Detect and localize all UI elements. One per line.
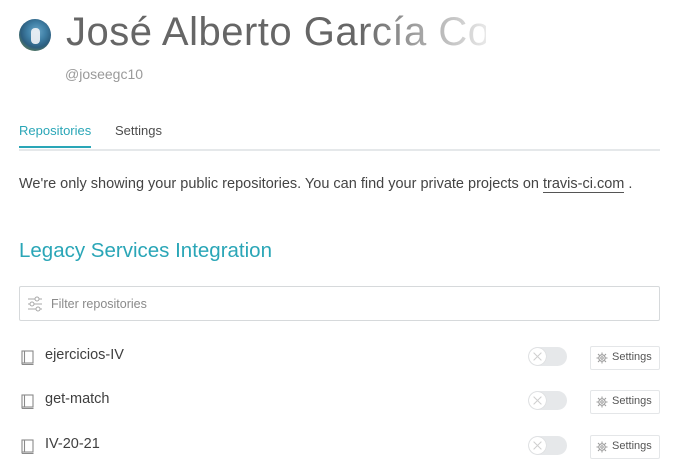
user-name: José Alberto García Co [66,10,486,54]
repo-row: IV-20-21 Settings [19,432,660,462]
tab-repositories[interactable]: Repositories [19,123,92,148]
toggle-knob [529,348,546,365]
sliders-icon [28,296,42,312]
notice-text: We're only showing your public repositor… [19,176,543,192]
repo-settings-button[interactable]: Settings [590,390,660,414]
tab-settings[interactable]: Settings [115,123,162,146]
filter-box [19,286,660,321]
repo-name[interactable]: ejercicios-IV [45,347,124,363]
gear-icon [596,352,608,364]
section-title: Legacy Services Integration [19,239,272,262]
profile-tabs: Repositories Settings [19,121,660,151]
repo-settings-button[interactable]: Settings [590,435,660,459]
book-icon [21,439,34,454]
user-login: @joseegc10 [65,66,144,82]
toggle-knob [529,437,546,454]
settings-button-label: Settings [612,440,652,452]
repo-toggle[interactable] [528,436,567,455]
repo-toggle[interactable] [528,391,567,410]
repo-name[interactable]: get-match [45,391,109,407]
toggle-knob [529,392,546,409]
gear-icon [596,441,608,453]
avatar [19,19,51,51]
repo-name[interactable]: IV-20-21 [45,436,100,452]
book-icon [21,350,34,365]
notice-end: . [624,176,633,192]
travis-ci-link[interactable]: travis-ci.com [542,176,625,193]
book-icon [21,394,34,409]
repo-row: get-match Settings [19,387,660,417]
repo-row: ejercicios-IV Settings [19,343,660,373]
repo-toggle[interactable] [528,347,567,366]
profile-header: José Alberto García Co @joseegc10 [19,8,489,88]
repo-settings-button[interactable]: Settings [590,346,660,370]
gear-icon [596,396,608,408]
public-repos-notice: We're only showing your public repositor… [19,176,633,193]
settings-button-label: Settings [612,351,652,363]
settings-button-label: Settings [612,395,652,407]
filter-input[interactable] [49,293,643,315]
